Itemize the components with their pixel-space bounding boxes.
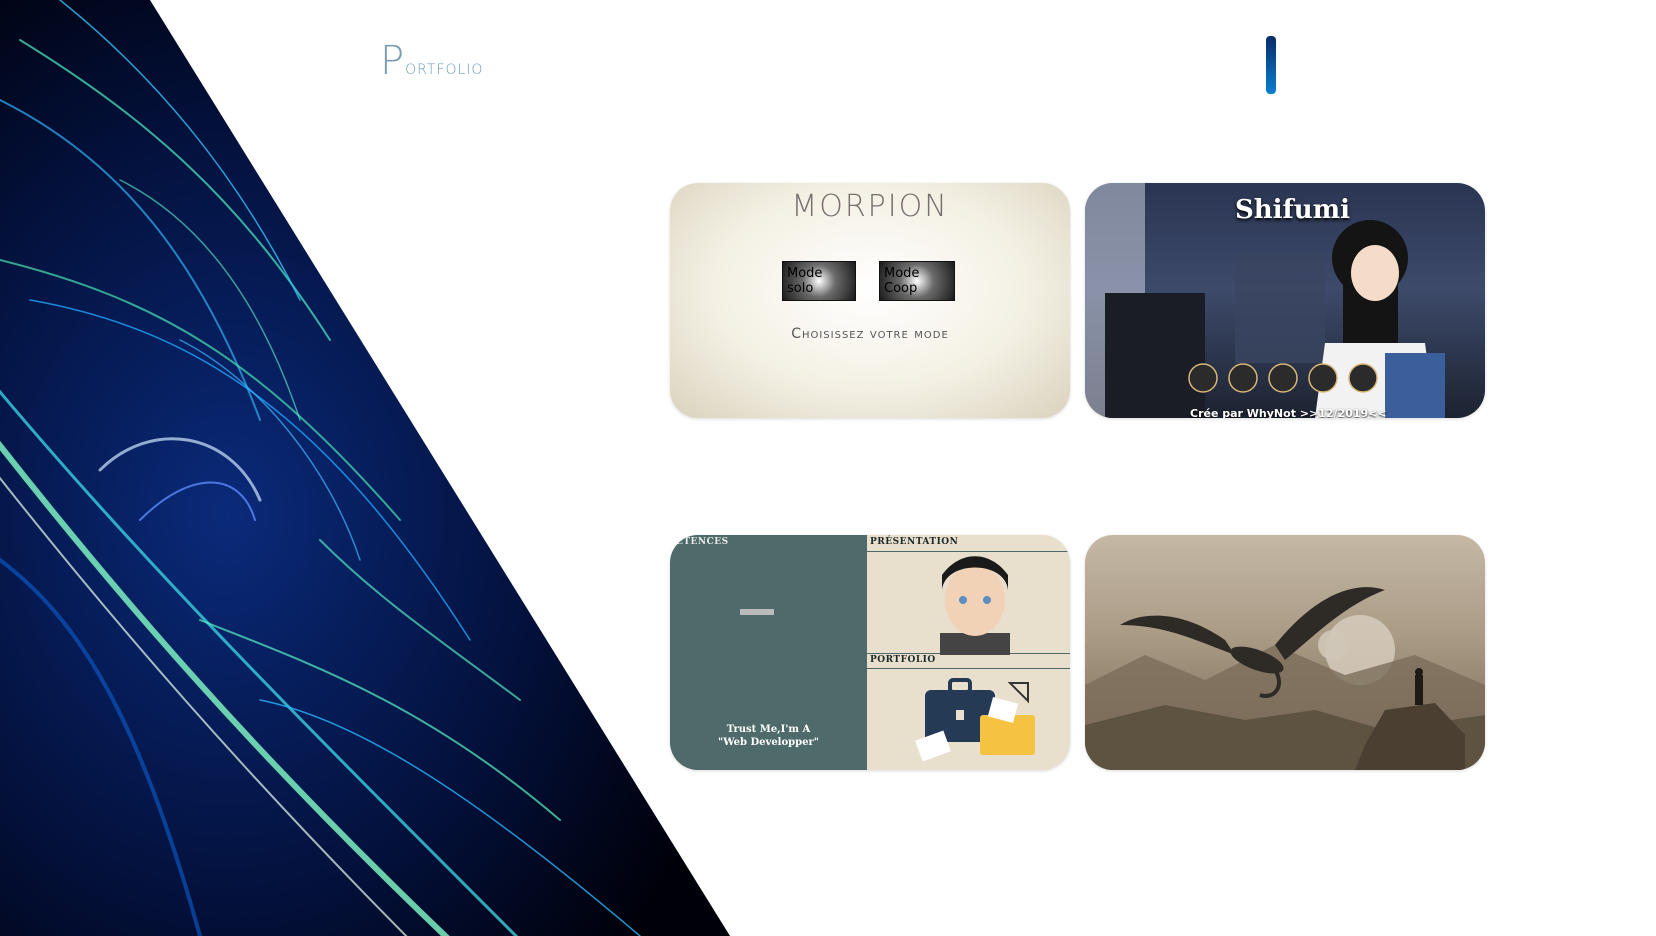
project-card-shifumi[interactable]: Shifumi Crée par WhyNot >>12/2019<< xyxy=(1085,183,1485,418)
logo-text: ortfolio xyxy=(405,55,484,79)
dragon-illustration xyxy=(1085,587,1485,770)
project-card-morpion[interactable]: MORPION Mode solo Mode Coop Choisissez v… xyxy=(670,183,1070,418)
menu-toggle-bar[interactable] xyxy=(1266,36,1276,94)
cv-tagline-line1: Trust Me,I'm A xyxy=(726,724,811,735)
logo-initial: P xyxy=(380,38,406,84)
project-card-dragon[interactable] xyxy=(1085,535,1485,770)
mode-prompt: Choisissez votre mode xyxy=(791,326,949,342)
project-card-cv[interactable]: ÉTENCES PRÉSENTATION PORTFOLIO Trust Me,… xyxy=(670,535,1070,770)
cv-tagline: Trust Me,I'm A "Web Developper" xyxy=(670,723,867,749)
portfolio-logo[interactable]: Portfolio xyxy=(380,38,483,84)
decorative-background-art xyxy=(0,0,730,936)
cv-tagline-line2: "Web Developper" xyxy=(718,737,819,748)
morpion-title: MORPION xyxy=(791,189,949,224)
avatar xyxy=(940,556,1010,655)
shifumi-credit: Crée par WhyNot >>12/2019<< xyxy=(1190,407,1387,418)
mode-coop-button[interactable]: Mode Coop xyxy=(879,261,955,301)
shifumi-title: Shifumi xyxy=(1235,195,1351,225)
mode-solo-button[interactable]: Mode solo xyxy=(782,261,856,301)
